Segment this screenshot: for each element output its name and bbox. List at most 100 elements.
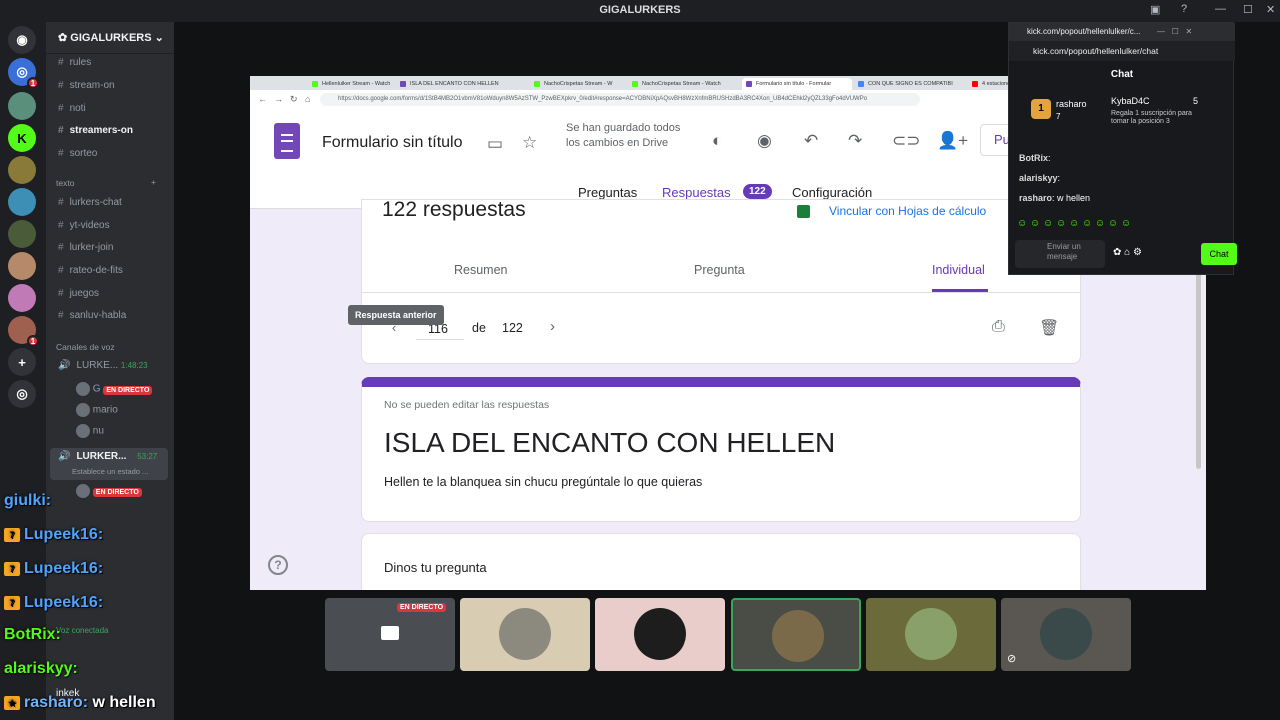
close-button[interactable]: ✕: [1266, 3, 1275, 16]
help-icon[interactable]: ?: [1181, 3, 1187, 15]
voice-channel-1[interactable]: 🔊 LURKE... 1:48:23: [58, 360, 148, 371]
channel-stream-on[interactable]: # stream-on: [58, 80, 115, 91]
print-icon[interactable]: ⎙: [992, 318, 1005, 336]
chat-send-button[interactable]: Chat: [1201, 243, 1237, 265]
top-sub-user[interactable]: rasharo: [1056, 99, 1087, 109]
discord-home-icon[interactable]: ◉: [8, 26, 36, 54]
link-icon[interactable]: ⊂⊃: [892, 131, 921, 151]
add-collaborator-icon[interactable]: 👤+: [937, 131, 968, 151]
tab-resumen[interactable]: Resumen: [454, 263, 508, 277]
channel-noti[interactable]: # noti: [58, 103, 86, 114]
browser-tab[interactable]: CON QUE SIGNO ES COMPATIBI: [854, 78, 954, 90]
reload-icon[interactable]: ↻: [290, 94, 298, 105]
forward-icon[interactable]: →: [274, 94, 283, 104]
browser-tab[interactable]: NachoCrispetas Stream - Watch: [628, 78, 726, 90]
chat-header: Chat: [1110, 69, 1134, 80]
overlay-chat-line: ★ rasharo: w hellen: [4, 694, 156, 712]
channel-lurkers-chat[interactable]: # lurkers-chat: [58, 197, 122, 208]
channel-streamers-on[interactable]: # streamers-on: [58, 125, 133, 136]
tab-individual[interactable]: Individual: [932, 263, 985, 277]
browser-tab-active[interactable]: Formulario sin título - Formular: [742, 78, 852, 90]
add-server-icon[interactable]: +: [8, 348, 36, 376]
tab-preguntas[interactable]: Preguntas: [578, 185, 637, 200]
video-tile[interactable]: ⊘: [1001, 598, 1131, 671]
channel-rules[interactable]: # rules: [58, 57, 91, 68]
voice-channel-2[interactable]: 🔊 LURKER... 53:27 Establece un estado ...: [50, 448, 168, 480]
next-response-icon[interactable]: ›: [550, 318, 555, 335]
server-icon[interactable]: [8, 156, 36, 184]
link-sheets-button[interactable]: Vincular con Hojas de cálculo: [797, 204, 986, 219]
browser-tab[interactable]: NachoCrispetas Stream - W: [530, 78, 622, 90]
guild-header[interactable]: ✿ GIGALURKERS ⌄: [46, 22, 174, 54]
video-tile[interactable]: [460, 598, 590, 671]
channel-rateo-de-fits[interactable]: # rateo-de-fits: [58, 265, 123, 276]
chat-input[interactable]: Enviar un mensaje: [1015, 240, 1105, 268]
divider: [362, 292, 1080, 293]
video-tile-speaking[interactable]: [731, 598, 861, 671]
star-icon[interactable]: ☆: [522, 133, 537, 153]
voice-member[interactable]: EN DIRECTO: [76, 484, 142, 498]
voice-member[interactable]: G EN DIRECTO: [76, 382, 153, 396]
tab-pregunta[interactable]: Pregunta: [694, 263, 745, 277]
question-text: Dinos tu pregunta: [384, 560, 487, 575]
server-icon[interactable]: [8, 284, 36, 312]
avatar: [1040, 608, 1092, 660]
inbox-icon[interactable]: ▣: [1150, 3, 1160, 16]
chat-tools-icon[interactable]: ✿ ⌂ ⚙: [1113, 247, 1142, 258]
server-icon[interactable]: [8, 252, 36, 280]
voice-member[interactable]: nu: [76, 424, 104, 438]
category-voice[interactable]: Canales de voz: [56, 342, 115, 352]
channel-sorteo[interactable]: # sorteo: [58, 148, 97, 159]
category-texto[interactable]: texto: [56, 178, 74, 188]
channel-sanluv-habla[interactable]: # sanluv-habla: [58, 310, 126, 321]
delete-icon[interactable]: 🗑: [1039, 318, 1059, 338]
channel-juegos[interactable]: # juegos: [58, 288, 99, 299]
gifter-name[interactable]: KybaD4C: [1111, 96, 1150, 106]
kick-server-icon[interactable]: K: [8, 124, 36, 152]
maximize-button[interactable]: ☐: [1243, 3, 1253, 16]
pager-total: 122: [502, 321, 523, 335]
palette-icon[interactable]: ◐: [712, 131, 722, 151]
popout-url: kick.com/popout/hellenlulker/chat: [1009, 41, 1235, 61]
home-icon[interactable]: ⌂: [305, 94, 310, 104]
tab-configuracion[interactable]: Configuración: [792, 185, 872, 200]
folder-icon[interactable]: ▭: [487, 134, 503, 154]
redo-icon[interactable]: ↷: [848, 131, 862, 151]
help-icon[interactable]: ?: [268, 555, 288, 575]
explore-icon[interactable]: ◎: [8, 380, 36, 408]
minimize-button[interactable]: —: [1215, 3, 1226, 15]
server-icon[interactable]: 1: [8, 316, 39, 347]
video-tile[interactable]: [866, 598, 996, 671]
voice-member[interactable]: mario: [76, 403, 118, 417]
overlay-chat-line: alariskyy:: [4, 660, 78, 677]
server-icon[interactable]: ◎ 1: [8, 58, 39, 89]
form-title[interactable]: Formulario sin título: [322, 134, 463, 152]
chat-username[interactable]: rasharo: [1019, 193, 1052, 203]
window-title: GIGALURKERS: [599, 4, 681, 16]
google-forms-logo[interactable]: [274, 123, 300, 159]
back-icon[interactable]: ←: [258, 94, 267, 104]
chat-username[interactable]: alariskyy: [1019, 173, 1058, 183]
url-input[interactable]: https://docs.google.com/forms/d/1StB4MB2…: [320, 93, 920, 106]
overlay-chat-line: BotRix:: [4, 626, 61, 643]
chat-message: rasharo: w hellen: [1019, 193, 1091, 203]
tab-respuestas[interactable]: Respuestas: [662, 185, 731, 200]
overlay-chat-line: 7 Lupeek16:: [4, 594, 103, 612]
undo-icon[interactable]: ↶: [804, 131, 818, 151]
browser-tab[interactable]: ISLA DEL ENCANTO CON HELLEN: [396, 78, 508, 90]
channel-yt-videos[interactable]: # yt-videos: [58, 220, 110, 231]
server-icon[interactable]: [8, 188, 36, 216]
video-tile[interactable]: [595, 598, 725, 671]
server-icon[interactable]: [8, 92, 36, 120]
live-badge: EN DIRECTO: [103, 385, 153, 395]
add-channel-icon[interactable]: +: [151, 177, 156, 187]
browser-tab[interactable]: Hellenlulker Stream - Watch: [308, 78, 392, 90]
emote-row[interactable]: ☺ ☺ ☺ ☺ ☺ ☺ ☺ ☺ ☺: [1017, 218, 1197, 232]
chat-username[interactable]: BotRix: [1019, 153, 1048, 163]
channel-lurker-join[interactable]: # lurker-join: [58, 242, 113, 253]
video-tile-screenshare[interactable]: EN DIRECTO: [325, 598, 455, 671]
preview-eye-icon[interactable]: ◉: [757, 131, 772, 151]
responses-summary-card: 122 respuestas Vincular con Hojas de cál…: [361, 198, 1081, 364]
server-icon[interactable]: [8, 220, 36, 248]
window-controls-icon[interactable]: — ☐ ✕: [1157, 27, 1192, 36]
